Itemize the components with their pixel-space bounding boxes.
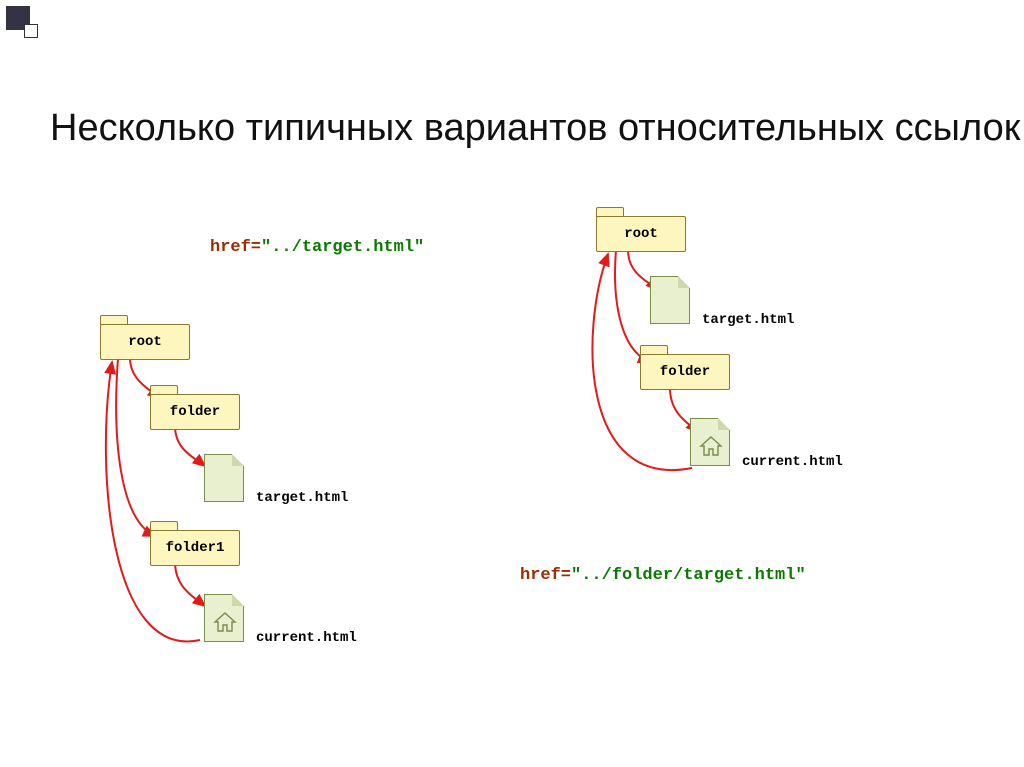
home-icon (213, 611, 237, 633)
folder-label: folder (170, 404, 220, 420)
left-folder-a: folder (150, 394, 240, 430)
href-value: "../target.html" (261, 238, 424, 257)
right-target-file (650, 276, 690, 324)
left-tree-arrows (0, 190, 500, 750)
href-keyword: href= (210, 238, 261, 257)
right-root-folder: root (596, 216, 686, 252)
right-folder: folder (640, 354, 730, 390)
href-example-2: href="../folder/target.html" (520, 566, 806, 585)
left-root-folder: root (100, 324, 190, 360)
folder-label: root (128, 334, 162, 350)
diagram-area: href="../target.html" href="../folder/ta… (0, 190, 1024, 750)
right-current-label: current.html (742, 454, 843, 470)
left-target-label: target.html (256, 490, 348, 506)
slide-decor-square-small (24, 24, 38, 38)
href-keyword: href= (520, 566, 571, 585)
left-target-file (204, 454, 244, 502)
folder-label: root (624, 226, 658, 242)
folder-label: folder1 (166, 540, 225, 556)
folder-label: folder (660, 364, 710, 380)
home-icon (699, 435, 723, 457)
right-current-file (690, 418, 730, 466)
href-value: "../folder/target.html" (571, 566, 806, 585)
right-target-label: target.html (702, 312, 794, 328)
left-current-label: current.html (256, 630, 357, 646)
left-current-file (204, 594, 244, 642)
slide-title: Несколько типичных вариантов относительн… (50, 105, 1020, 153)
href-example-1: href="../target.html" (210, 238, 424, 257)
left-folder-b: folder1 (150, 530, 240, 566)
right-tree-arrows (500, 190, 1020, 750)
